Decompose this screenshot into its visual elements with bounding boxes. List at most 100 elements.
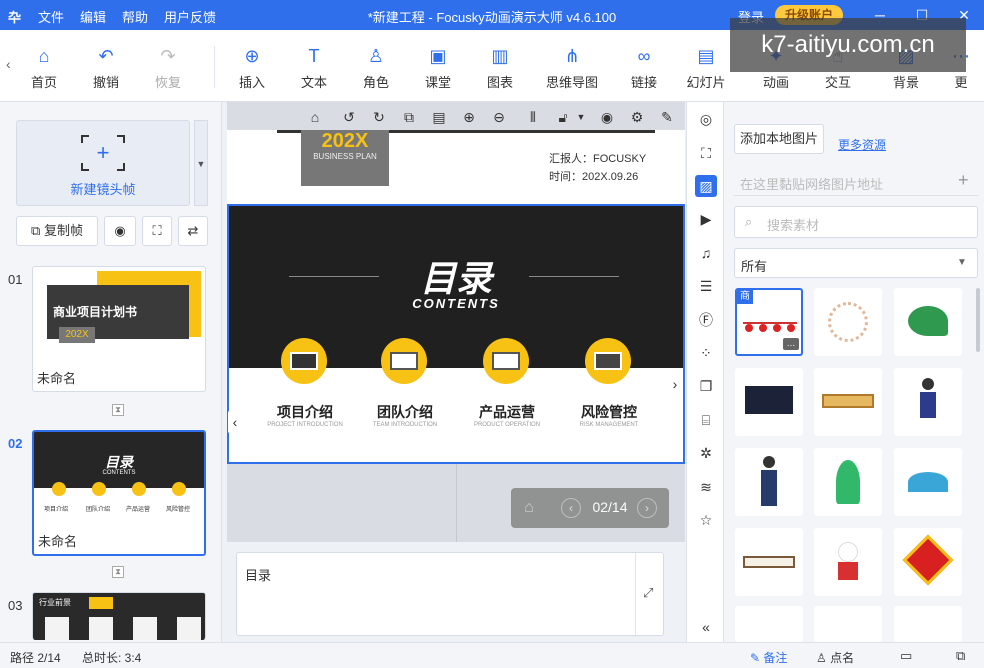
image-tile-plant[interactable] [814, 448, 882, 516]
paste-icon[interactable]: ▤ [430, 108, 448, 126]
comment-icon[interactable]: ☰ [695, 275, 717, 297]
copy-frame-button[interactable]: ⧉ 复制帧 [16, 216, 98, 246]
flash-icon[interactable]: Ⓕ [695, 309, 717, 331]
next-slide-icon[interactable]: › [637, 498, 657, 518]
transition-icon[interactable]: ⧗ [112, 566, 124, 578]
frame-thumbnail-1[interactable]: 商业项目计划书 202X 未命名 [32, 266, 206, 392]
copy-icon[interactable]: ⧉ [400, 108, 418, 126]
zoom-in-icon[interactable]: ⊕ [460, 108, 478, 126]
caret-down-icon[interactable]: ▼ [572, 108, 590, 126]
collapse-right-icon[interactable]: › [668, 372, 682, 396]
video-icon[interactable]: ▶ [695, 208, 717, 230]
more-resources-link[interactable]: 更多资源 [838, 136, 886, 153]
image-url-field[interactable]: 在这里黏贴网络图片地址 + [734, 166, 978, 196]
image-tile-board[interactable] [735, 528, 803, 596]
notes-toggle[interactable]: ✎ 备注 [750, 649, 787, 666]
toolbar-scroll-left-icon[interactable]: ‹ [6, 56, 11, 72]
frame-icon[interactable]: ⛶ [695, 142, 717, 164]
window-icon[interactable]: ⧉ [956, 648, 965, 664]
plus-icon[interactable]: + [958, 170, 969, 191]
slides-button[interactable]: ▤ 幻灯片 [678, 44, 734, 91]
align-icon[interactable]: ⫴ [524, 108, 542, 126]
image-tile-rabbit[interactable] [814, 528, 882, 596]
new-frame-dropdown[interactable]: ▼ [194, 120, 208, 206]
frame-thumbnail-3[interactable]: 行业前景 [32, 592, 206, 640]
shape-icon[interactable]: ◎ [695, 108, 717, 130]
image-tile-tv[interactable] [735, 368, 803, 436]
transition-icon[interactable]: ⧗ [112, 404, 124, 416]
code-icon[interactable]: ⌸ [695, 409, 717, 431]
new-frame-button[interactable]: + 新建镜头帧 [16, 120, 190, 206]
camera-icon[interactable]: ◉ [598, 108, 616, 126]
layers-icon[interactable]: ≋ [695, 476, 717, 498]
rotate-left-icon[interactable]: ↺ [340, 108, 358, 126]
classroom-button[interactable]: ▣ 课堂 [410, 44, 466, 91]
link-button[interactable]: ∞ 链接 [616, 44, 672, 91]
role-button[interactable]: ♙ 角色 [348, 44, 404, 91]
image-tile[interactable] [814, 606, 882, 642]
undo-button[interactable]: ↶ 撤销 [78, 44, 134, 91]
image-tile-bed[interactable] [814, 368, 882, 436]
chart-button[interactable]: ▥ 图表 [472, 44, 528, 91]
notes-box[interactable]: 目录 ⤢ [236, 552, 664, 636]
category-select[interactable]: 所有 ▼ [734, 248, 978, 278]
category-value: 所有 [741, 259, 768, 274]
fit-frame-button[interactable]: ⛶ [142, 216, 172, 246]
insert-button[interactable]: ⊕ 插入 [224, 44, 280, 91]
rotate-right-icon[interactable]: ↻ [370, 108, 388, 126]
settings-icon[interactable]: ⚙ [628, 108, 646, 126]
music-icon[interactable]: ♫ [695, 242, 717, 264]
redo-button[interactable]: ↷ 恢复 [140, 44, 196, 91]
search-input[interactable]: ⌕ 搜索素材 [734, 206, 978, 238]
thumb-item: 风险管控 [166, 507, 191, 513]
prev-slide-icon[interactable]: ‹ [561, 498, 581, 518]
swap-frame-button[interactable]: ⇄ [178, 216, 208, 246]
image-tile[interactable] [735, 606, 803, 642]
snapshot-button[interactable]: ◉ [104, 216, 136, 246]
expand-icon[interactable]: ⤢ [643, 585, 653, 601]
image-tile-fu[interactable] [894, 528, 962, 596]
thumb-title: 目录 [105, 454, 133, 470]
grid-icon[interactable]: ⁘ [695, 342, 717, 364]
rollcall-toggle[interactable]: ♙ 点名 [816, 649, 854, 666]
star-icon[interactable]: ☆ [695, 509, 717, 531]
image-tile-girl[interactable] [894, 368, 962, 436]
frame-thumbnail-2[interactable]: 目录 CONTENTS 项目介绍 团队介绍 产品运营 风险管控 未命名 [32, 430, 206, 556]
more-options-icon[interactable]: … [783, 338, 799, 350]
copy-icon: ⧉ [31, 223, 41, 238]
zoom-out-icon[interactable]: ⊖ [490, 108, 508, 126]
image-tile-stressed-person[interactable] [894, 448, 962, 516]
thumb-item: 项目介绍 [44, 507, 69, 513]
slide-subtitle: CONTENTS [412, 296, 500, 311]
text-button[interactable]: T 文本 [286, 44, 342, 91]
home-icon[interactable]: ⌂ [519, 498, 539, 518]
image-tile-businessman[interactable] [735, 448, 803, 516]
atom-icon[interactable]: ✲ [695, 442, 717, 464]
frame-name: 未命名 [37, 371, 77, 386]
slide-title: 目录 [419, 258, 492, 299]
thumb-title: 商业项目计划书 [53, 305, 138, 319]
person-icon [908, 472, 948, 492]
document-icon[interactable]: ❐ [695, 375, 717, 397]
notes-icon: ✎ [750, 651, 761, 665]
lock-icon[interactable]: 🔓︎ [554, 108, 572, 126]
mindmap-button[interactable]: ⋔ 思维导图 [540, 44, 604, 91]
collapse-left-icon[interactable]: ‹ [228, 410, 242, 434]
leaf-icon [908, 306, 948, 336]
home-button[interactable]: ⌂ 首页 [16, 44, 72, 91]
scrollbar[interactable] [976, 288, 980, 352]
home-view-icon[interactable]: ⌂ [306, 108, 324, 126]
image-icon[interactable]: ▨ [695, 175, 717, 197]
collapse-panel-icon[interactable]: « [695, 616, 717, 638]
edit-icon[interactable]: ✎ [658, 108, 676, 126]
image-tile-firework[interactable] [814, 288, 882, 356]
slide-canvas[interactable]: ⌂ ↺ ↻ ⧉ ▤ ⊕ ⊖ ⫴ 🔓︎ ▼ ◉ ⚙ ✎ 202X BUSINESS… [227, 102, 685, 542]
screen-icon[interactable]: ▭ [900, 648, 912, 664]
thumb-card [45, 617, 69, 640]
bed-icon [822, 394, 874, 408]
add-local-image-button[interactable]: 添加本地图片 [734, 124, 824, 154]
image-tile[interactable] [894, 606, 962, 642]
current-slide[interactable]: 目录 CONTENTS 项目介绍 团队介绍 产品运营 风险管控 PROJECT … [227, 204, 685, 464]
image-tile-lanterns[interactable]: 商 … [735, 288, 803, 356]
image-tile-leaves[interactable] [894, 288, 962, 356]
